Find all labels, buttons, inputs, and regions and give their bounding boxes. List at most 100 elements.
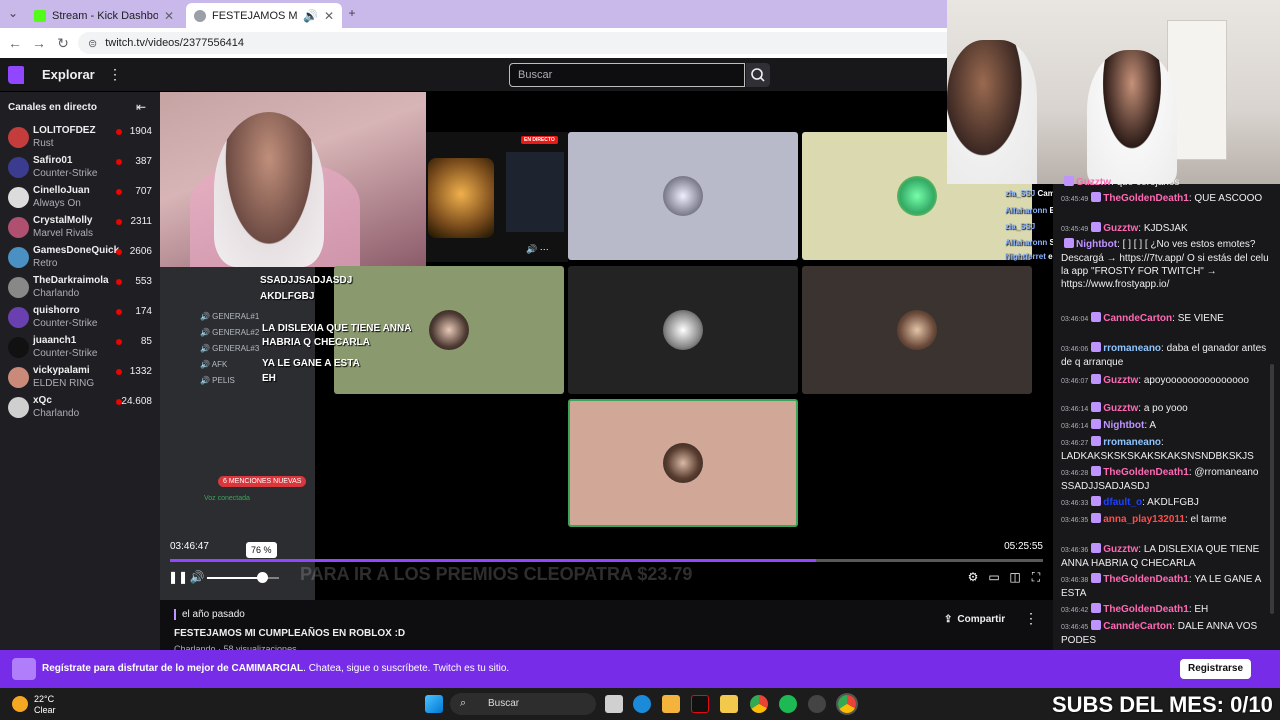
fullscreen-icon[interactable]: ⛶ — [1028, 569, 1044, 585]
chat-username[interactable]: Guzztw — [1103, 403, 1138, 414]
seek-bar[interactable] — [170, 559, 1043, 562]
chat-message: 03:46:04 CanndeCarton: SE VIENE — [1061, 312, 1271, 326]
back-icon[interactable]: ← — [6, 34, 24, 52]
chat-username[interactable]: CanndeCarton — [1103, 313, 1172, 324]
forward-icon[interactable]: → — [30, 34, 48, 52]
sidebar-channel[interactable]: quishorro Counter-Strike 174 — [0, 303, 160, 333]
chat-username[interactable]: TheGoldenDeath1 — [1103, 574, 1189, 585]
app-icon[interactable] — [808, 695, 826, 713]
volume-knob[interactable] — [256, 572, 268, 583]
participant-avatar — [663, 443, 703, 483]
chat-username[interactable]: CanndeCarton — [1103, 621, 1172, 632]
signup-banner: Regístrate para disfrutar de lo mejor de… — [0, 650, 1280, 688]
share-button[interactable]: ⇪ Compartir — [936, 608, 1014, 630]
chat-username[interactable]: rromaneano — [1103, 437, 1161, 448]
search-input[interactable]: Buscar — [509, 63, 745, 87]
site-info-icon[interactable]: ⊜ — [88, 37, 97, 50]
chat-username[interactable]: TheGoldenDeath1 — [1103, 604, 1189, 615]
chat-username[interactable]: anna_play132011 — [1103, 514, 1185, 525]
search-icon — [751, 68, 765, 82]
reload-icon[interactable]: ↻ — [54, 34, 72, 52]
viewer-count: 85 — [140, 336, 152, 347]
sub-badge-icon — [1091, 222, 1102, 232]
chat-username[interactable]: TheGoldenDeath1 — [1103, 193, 1189, 204]
volume-slider[interactable] — [207, 577, 279, 579]
chat-text: A — [1149, 420, 1157, 431]
sidebar-channel[interactable]: CrystalMolly Marvel Rivals 2311 — [0, 213, 160, 243]
twitch-logo-icon[interactable] — [8, 66, 24, 84]
chat-message: 03:45:49 TheGoldenDeath1: QUE ASCOOO — [1061, 192, 1271, 206]
voice-connected-label: Voz conectada — [204, 495, 250, 502]
tab-kick-dashboard[interactable]: Stream - Kick Dashboard ✕ — [26, 3, 182, 28]
sidebar-channel[interactable]: LOLITOFDEZ Rust 1904 — [0, 123, 160, 153]
video-player[interactable]: EN DIRECTO 🔊 ⋯ 🔊 GENERAL#1 🔊 GENERAL#2 🔊 G… — [160, 92, 1053, 600]
duo-webcam — [947, 0, 1280, 184]
collapse-sidebar-icon[interactable]: ⇤ — [136, 100, 146, 114]
theatre-mode-icon[interactable]: ▭ — [986, 569, 1002, 585]
chat-username[interactable]: Nightbot — [1076, 239, 1117, 250]
task-view-icon[interactable] — [605, 695, 623, 713]
chat-username[interactable]: rromaneano — [1103, 343, 1161, 354]
sidebar-channel[interactable]: TheDarkraimola Charlando 553 — [0, 273, 160, 303]
settings-gear-icon[interactable]: ⚙ — [965, 569, 981, 585]
more-menu-icon[interactable]: ⋮ — [108, 66, 122, 83]
chat-message: 03:46:35 anna_play132011: el tarme — [1061, 513, 1271, 527]
miniplayer-icon[interactable]: ◫ — [1007, 569, 1023, 585]
call-tile — [568, 132, 798, 260]
seek-bar-fill — [170, 559, 817, 562]
url-field[interactable]: ⊜ twitch.tv/videos/2377556414 — [78, 32, 1078, 54]
chat-username[interactable]: Guzztw — [1076, 177, 1111, 188]
cam-chat-user: Alfaharonn — [1005, 206, 1048, 215]
sidebar-channel[interactable]: CinelloJuan Always On 707 — [0, 183, 160, 213]
sidebar-channel[interactable]: Safiro01 Counter-Strike 387 — [0, 153, 160, 183]
sub-badge-icon — [1064, 238, 1074, 248]
spotify-icon[interactable] — [779, 695, 797, 713]
volume-icon[interactable]: 🔊 — [189, 569, 205, 585]
sidebar-channel[interactable]: xQc Charlando 24.608 — [0, 393, 160, 423]
speaker-icon[interactable]: 🔊 — [303, 9, 318, 23]
live-dot-icon — [116, 339, 122, 345]
taskbar-search[interactable]: ⌕ Buscar — [450, 693, 596, 715]
upload-date: el año pasado — [174, 609, 245, 620]
chrome-active-icon[interactable] — [838, 695, 856, 713]
sidebar-channel[interactable]: juaanch1 Counter-Strike 85 — [0, 333, 160, 363]
search-button[interactable] — [746, 63, 770, 87]
register-button[interactable]: Registrarse — [1180, 659, 1252, 679]
chat-username[interactable]: TheGoldenDeath1 — [1103, 467, 1189, 478]
netflix-icon[interactable] — [691, 695, 709, 713]
chat-username[interactable]: dfault_o — [1103, 497, 1142, 508]
chat-timestamp: 03:46:06 — [1061, 346, 1089, 353]
live-channels-sidebar: Canales en directo ⇤ LOLITOFDEZ Rust 1904 S… — [0, 92, 160, 650]
explore-link[interactable]: Explorar — [42, 67, 95, 82]
viewer-count: 1332 — [129, 366, 152, 377]
channel-avatar — [8, 367, 29, 388]
chat-username[interactable]: Guzztw — [1103, 544, 1138, 555]
channel-avatar — [8, 187, 29, 208]
weather-widget[interactable]: 22°C Clear — [12, 693, 92, 715]
file-explorer-icon[interactable] — [720, 695, 738, 713]
mentions-badge: 6 MENCIONES NUEVAS — [218, 476, 307, 487]
chat-timestamp: 03:46:42 — [1061, 607, 1089, 614]
pause-icon[interactable]: ❚❚ — [168, 569, 188, 585]
edge-icon[interactable] — [633, 695, 651, 713]
chat-scrollbar[interactable] — [1270, 364, 1274, 614]
volume-tooltip: 76 % — [246, 542, 277, 558]
chrome-icon[interactable] — [750, 695, 768, 713]
sidebar-channel[interactable]: vickypalami ELDEN RING 1332 — [0, 363, 160, 393]
windows-start-icon[interactable] — [425, 695, 443, 713]
chat-username[interactable]: Guzztw — [1103, 223, 1138, 234]
cam-chat-line: zia_SSJ — [1005, 222, 1035, 231]
chat-colon: : — [1161, 437, 1164, 448]
sidebar-channel[interactable]: GamesDoneQuick Retro 2606 — [0, 243, 160, 273]
channel-category: Rust — [33, 138, 54, 149]
tab-close-icon[interactable]: ✕ — [324, 9, 334, 23]
tab-search-icon[interactable]: ⌄ — [5, 5, 21, 21]
tab-twitch-video[interactable]: FESTEJAMOS MI CUMPLEA 🔊 ✕ — [186, 3, 342, 28]
tab-close-icon[interactable]: ✕ — [164, 9, 174, 23]
store-icon[interactable] — [662, 695, 680, 713]
new-tab-button[interactable]: + — [344, 5, 360, 21]
chat-username[interactable]: Guzztw — [1103, 375, 1138, 386]
more-options-icon[interactable]: ⋮ — [1024, 610, 1038, 627]
signup-prefix: Regístrate para disfrutar de lo mejor de — [42, 663, 232, 674]
chat-username[interactable]: Nightbot — [1103, 420, 1144, 431]
